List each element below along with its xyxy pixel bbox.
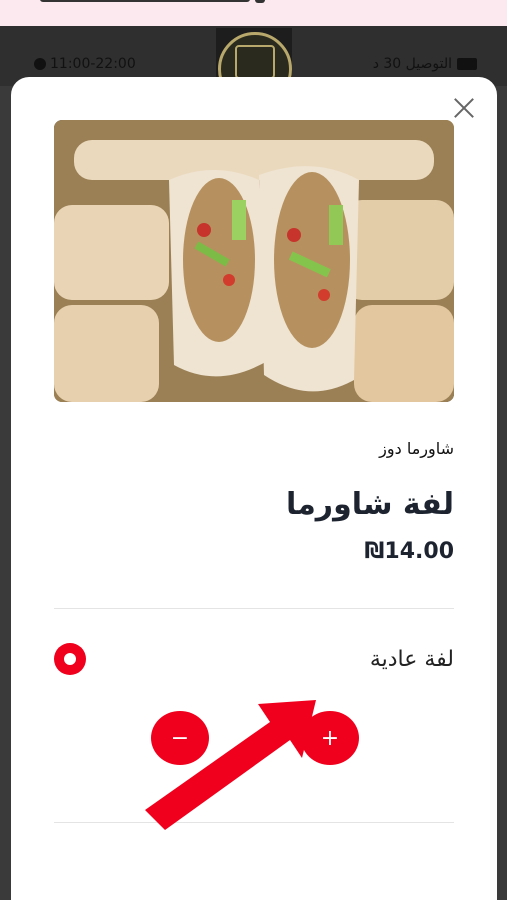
opening-hours: 11:00-22:00 [34, 56, 136, 72]
delivery-time: التوصيل 30 د [373, 56, 477, 72]
product-title: لفة شاورما [285, 487, 454, 522]
red-arrow-annotation [145, 700, 316, 830]
product-category: شاورما دوز [379, 439, 454, 458]
product-image [54, 120, 454, 402]
option-label: لفة عادية [369, 647, 454, 672]
close-icon[interactable] [451, 95, 477, 121]
divider [54, 608, 454, 609]
product-price: ₪14.00 [364, 539, 454, 564]
opening-hours-text: 11:00-22:00 [50, 56, 136, 72]
truck-icon [457, 58, 477, 70]
option-radio[interactable] [54, 643, 86, 675]
stopwatch-icon [34, 58, 46, 70]
delivery-time-text: التوصيل 30 د [372, 56, 452, 72]
shawarma-wrap-illustration [54, 120, 454, 402]
status-strip [0, 0, 507, 26]
status-dot [255, 0, 265, 3]
status-text-fragment [40, 0, 250, 2]
